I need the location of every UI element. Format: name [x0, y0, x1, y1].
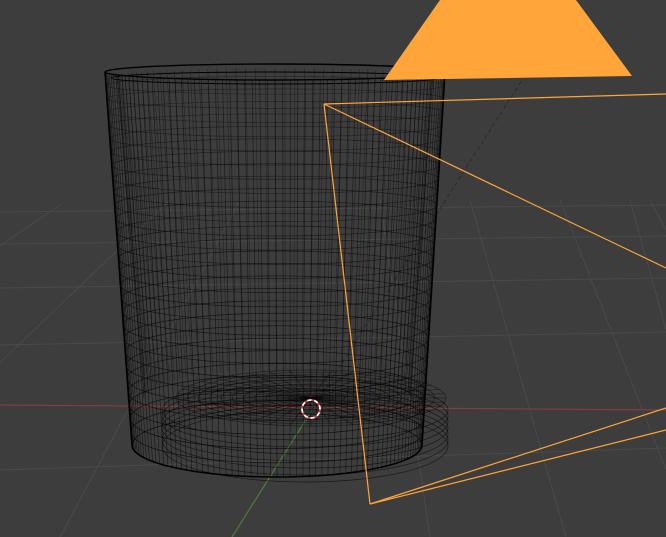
glass-mesh[interactable] — [104, 63, 449, 483]
viewport-canvas[interactable] — [0, 0, 666, 537]
3d-viewport[interactable] — [0, 0, 666, 537]
floor-grid — [0, 199, 666, 537]
y-axis-dashed — [311, 79, 523, 411]
camera-frustum[interactable] — [323, 93, 666, 505]
camera-up-triangle-icon[interactable] — [384, 0, 632, 80]
